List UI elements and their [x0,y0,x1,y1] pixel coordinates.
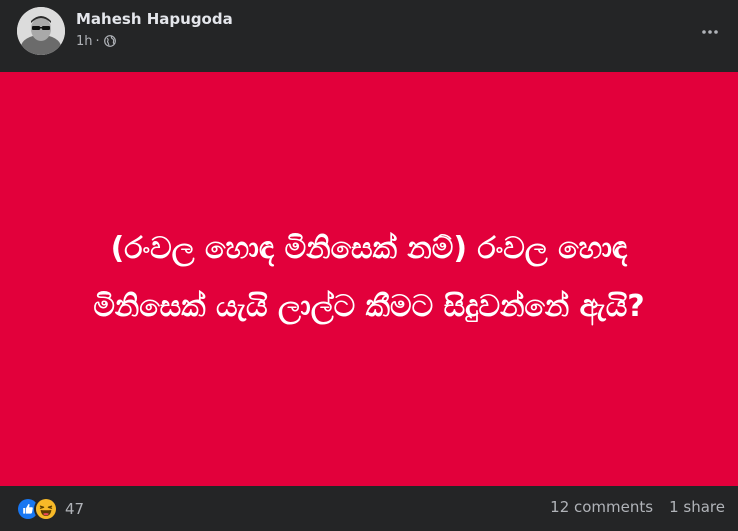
haha-icon [34,497,58,521]
post-header: Mahesh Hapugoda 1h · [0,0,738,72]
avatar[interactable] [17,7,65,55]
reaction-count: 47 [65,500,85,518]
avatar-photo [17,7,65,55]
engagement-counts: 12 comments 1 share [550,498,725,516]
reactions-summary[interactable]: 47 [16,497,84,521]
post-text-line-1: (රංවල හොඳ මිනිසෙක් නම්) රංවල හොඳ [110,231,628,266]
post-time[interactable]: 1h [76,34,93,49]
post-meta: 1h · [76,33,116,49]
post-text-line-2: මිනිසෙක් යැයි ලාල්ට කීමට සිදුවන්නේ ඇයි? [93,289,645,324]
post-footer: 47 12 comments 1 share [0,486,738,531]
post-text: (රංවල හොඳ මිනිසෙක් නම්) රංවල හොඳ මිනිසෙක… [49,220,689,336]
meta-separator: · [95,33,100,49]
more-options-icon[interactable] [696,20,724,44]
shares-count[interactable]: 1 share [669,498,725,516]
author-name[interactable]: Mahesh Hapugoda [76,10,233,28]
post-background[interactable]: (රංවල හොඳ මිනිසෙක් නම්) රංවල හොඳ මිනිසෙක… [0,72,738,486]
comments-count[interactable]: 12 comments [550,498,653,516]
globe-icon [103,35,116,47]
post-card: Mahesh Hapugoda 1h · (රංවල හොඳ මිනිසෙක් … [0,0,738,531]
